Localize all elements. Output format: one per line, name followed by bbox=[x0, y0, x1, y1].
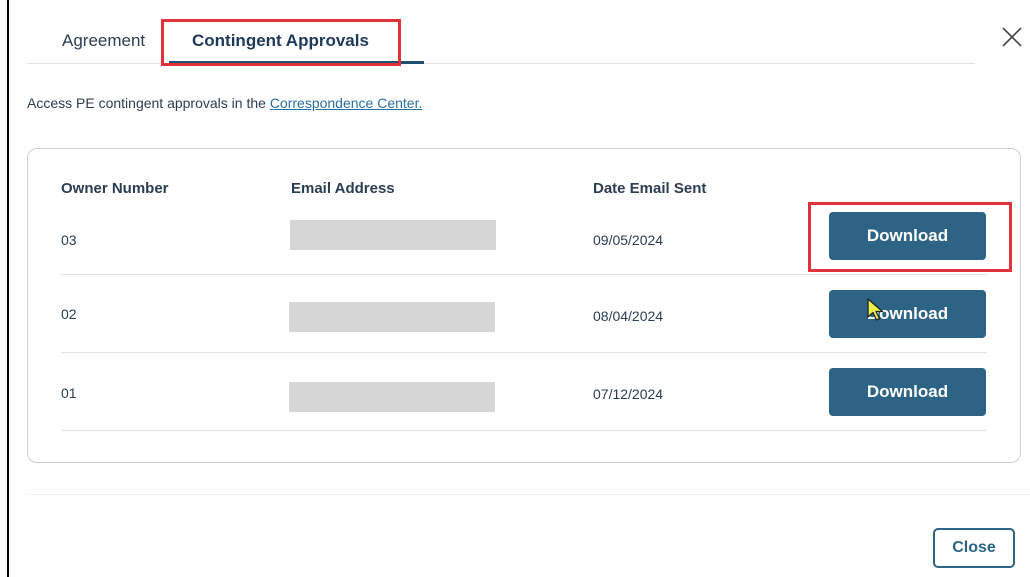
footer-divider bbox=[27, 494, 1030, 495]
date-email-sent: 08/04/2024 bbox=[593, 308, 664, 324]
table-row: 01 07/12/2024 Download bbox=[61, 353, 987, 431]
download-button[interactable]: Download bbox=[829, 212, 986, 260]
email-redacted bbox=[289, 302, 495, 332]
intro-text: Access PE contingent approvals in the Co… bbox=[27, 95, 422, 111]
close-icon[interactable] bbox=[997, 22, 1027, 52]
owner-number: 01 bbox=[61, 385, 77, 401]
column-header-owner-number: Owner Number bbox=[61, 180, 169, 197]
date-email-sent: 09/05/2024 bbox=[593, 232, 664, 248]
table-row: 03 09/05/2024 Download bbox=[61, 197, 987, 275]
column-header-email-address: Email Address bbox=[291, 180, 395, 197]
intro-text-label: Access PE contingent approvals in the bbox=[27, 95, 270, 111]
table-row: 02 08/04/2024 Download bbox=[61, 275, 987, 353]
correspondence-center-link[interactable]: Correspondence Center. bbox=[270, 95, 423, 111]
contingent-approvals-modal: Agreement Contingent Approvals Access PE… bbox=[9, 0, 1030, 577]
owner-number: 02 bbox=[61, 306, 77, 322]
tab-bar: Agreement Contingent Approvals bbox=[27, 20, 975, 64]
email-redacted bbox=[290, 220, 496, 250]
date-email-sent: 07/12/2024 bbox=[593, 386, 664, 402]
column-header-date-email-sent: Date Email Sent bbox=[593, 180, 707, 197]
tab-agreement[interactable]: Agreement bbox=[62, 31, 145, 51]
row-divider bbox=[61, 430, 987, 431]
active-tab-indicator bbox=[169, 61, 424, 64]
download-button[interactable]: Download bbox=[829, 368, 986, 416]
download-button[interactable]: Download bbox=[829, 290, 986, 338]
owner-number: 03 bbox=[61, 232, 77, 248]
tab-contingent-approvals[interactable]: Contingent Approvals bbox=[192, 31, 369, 51]
close-button[interactable]: Close bbox=[933, 528, 1015, 568]
email-redacted bbox=[289, 382, 495, 412]
